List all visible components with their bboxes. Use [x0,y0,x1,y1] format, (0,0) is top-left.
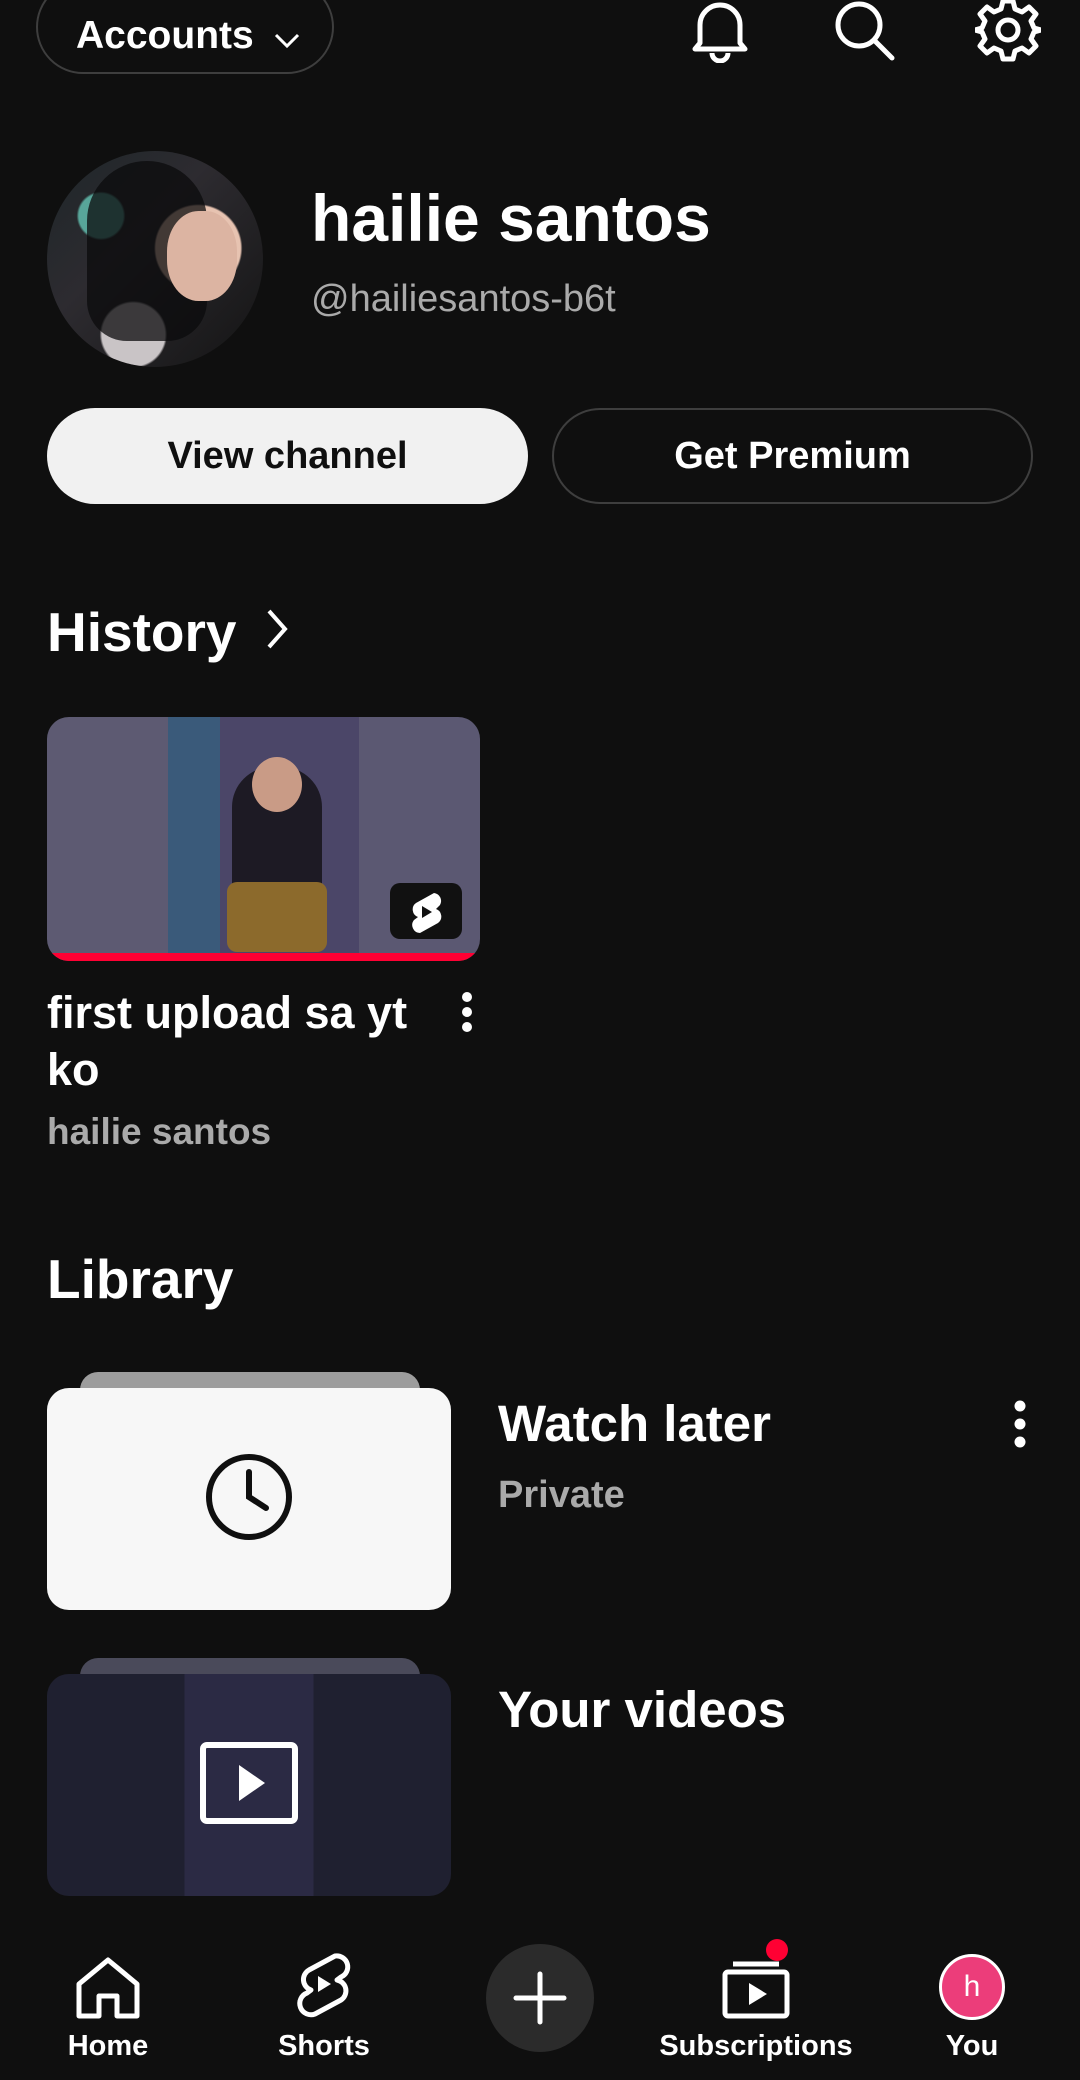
nav-you-label: You [945,2030,999,2062]
history-video-thumbnail[interactable] [47,717,480,961]
more-vert-icon[interactable] [1005,1396,1035,1452]
nav-shorts[interactable]: Shorts [264,1922,384,2080]
your-videos-title[interactable]: Your videos [498,1680,786,1739]
shorts-icon [295,1942,353,2020]
accounts-label: Accounts [76,14,254,57]
watch-later-title[interactable]: Watch later [498,1394,771,1453]
home-icon [75,1942,141,2020]
profile-avatar[interactable] [47,151,263,367]
nav-home-label: Home [67,2030,149,2062]
top-bar: Accounts [0,0,1080,90]
avatar: h [939,1954,1005,2020]
accounts-button[interactable]: Accounts [36,0,334,74]
history-title[interactable]: History [47,600,237,664]
play-icon [199,1741,299,1830]
nav-subscriptions[interactable]: Subscriptions [656,1922,856,2080]
watch-later-privacy: Private [498,1474,625,1516]
nav-shorts-label: Shorts [278,2030,370,2062]
get-premium-button[interactable]: Get Premium [552,408,1033,504]
watch-progress-bar [47,953,480,961]
chevron-right-icon[interactable] [266,608,288,655]
nav-you[interactable]: h You [920,1922,1024,2080]
notification-dot [766,1939,788,1961]
profile-handle: @hailiesantos-b6t [311,278,616,320]
profile-name: hailie santos [311,181,711,255]
view-channel-button[interactable]: View channel [47,408,528,504]
more-vert-icon[interactable] [452,990,482,1034]
history-video-title[interactable]: first upload sa yt ko [47,984,427,1098]
history-video-channel: hailie santos [47,1111,272,1152]
nav-you-icon-wrap: h [939,1942,1005,2020]
notifications-bell-icon[interactable] [684,0,756,66]
bottom-navigation: Home Shorts Subscriptions h You [0,1922,1080,2080]
clock-icon [204,1452,294,1547]
shorts-icon [390,883,462,939]
your-videos-thumbnail[interactable] [47,1674,451,1896]
nav-subscriptions-label: Subscriptions [659,2030,853,2062]
nav-home[interactable]: Home [54,1922,162,2080]
chevron-down-icon [274,15,300,59]
watch-later-thumbnail[interactable] [47,1388,451,1610]
settings-gear-icon[interactable] [972,0,1044,66]
create-plus-icon[interactable] [486,1944,594,2052]
search-icon[interactable] [828,0,900,66]
library-title: Library [47,1248,234,1310]
